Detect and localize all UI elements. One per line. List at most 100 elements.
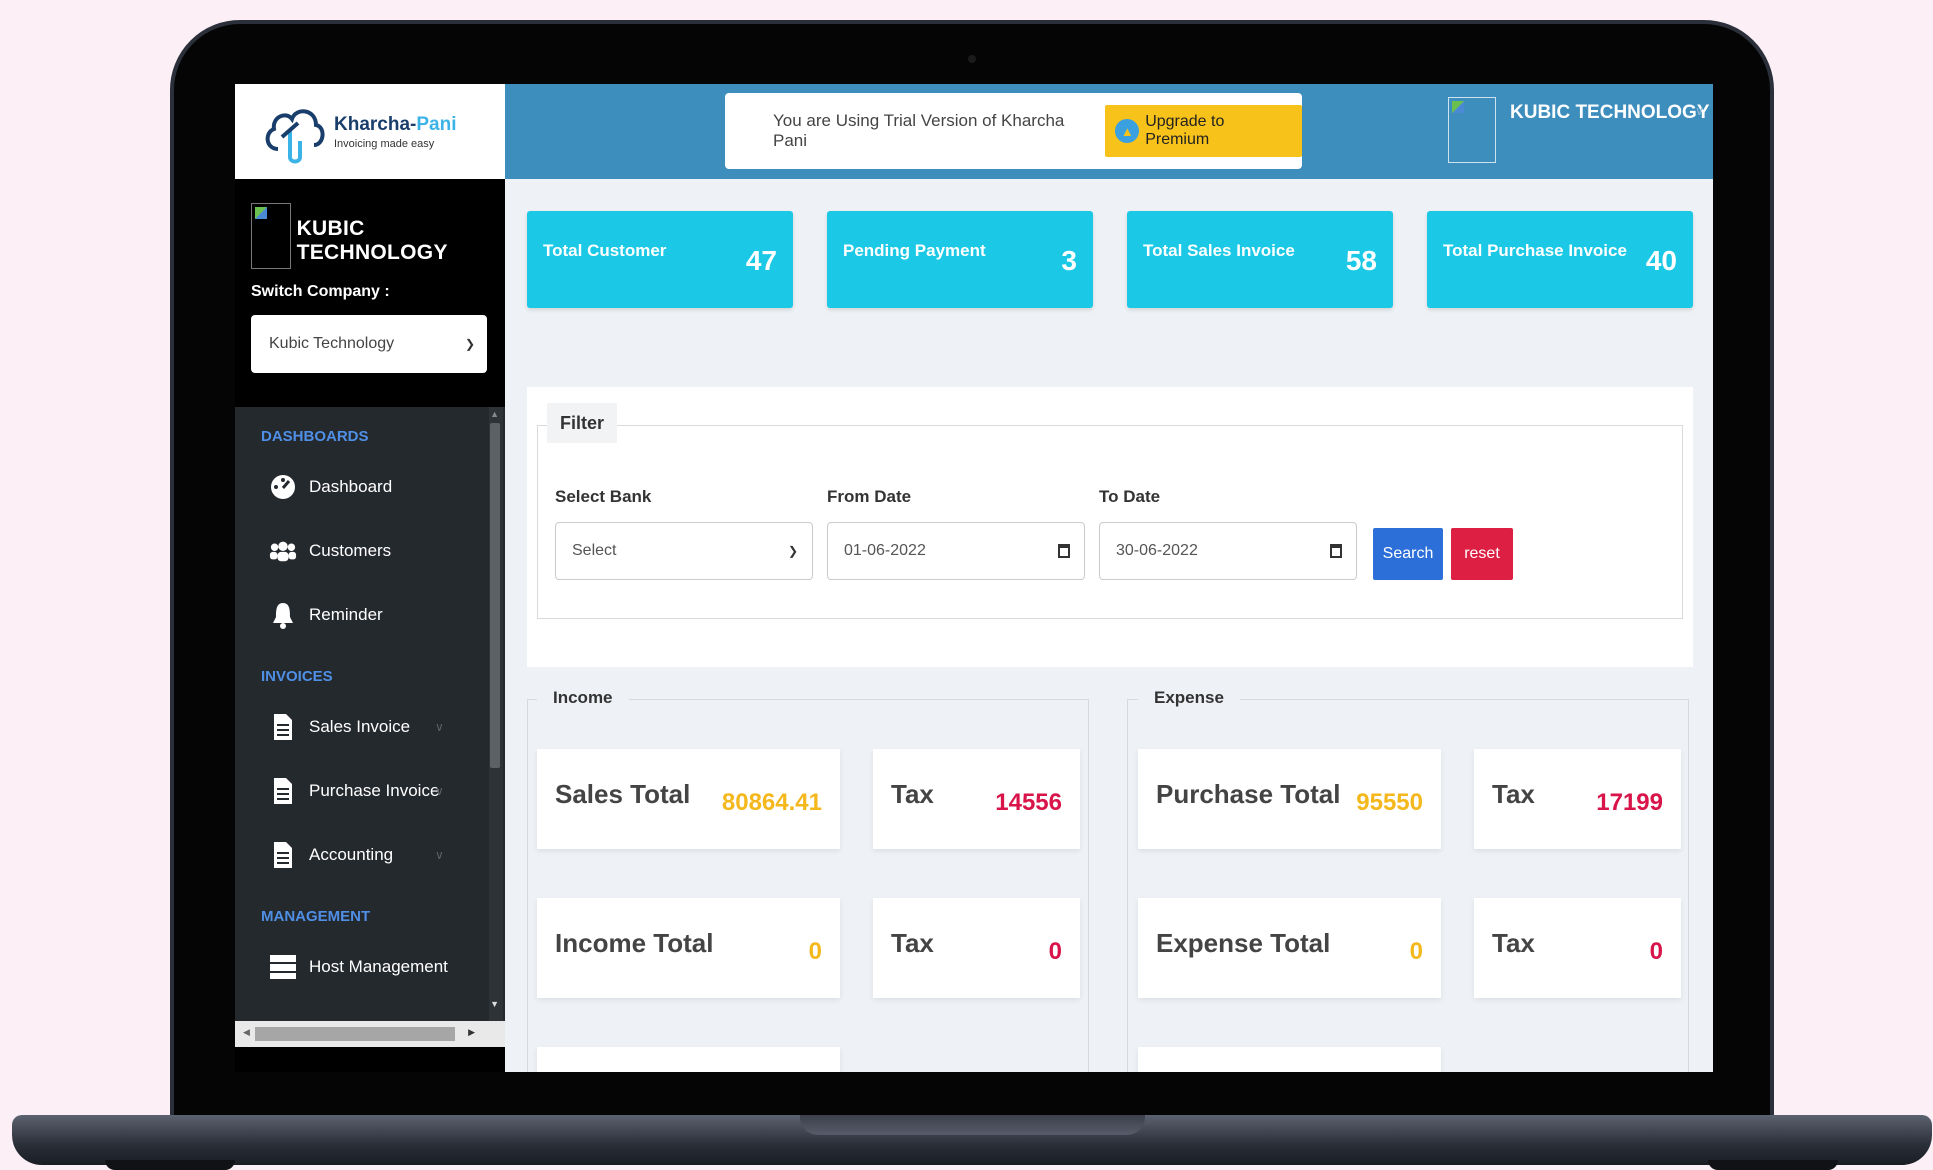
sidebar-item-label: Dashboard <box>309 477 393 496</box>
sales-tax-label: Tax <box>891 779 934 809</box>
chevron-down-icon: ∨ <box>435 720 444 734</box>
purchase-tax-value: 17199 <box>1596 789 1663 816</box>
reset-button[interactable]: reset <box>1451 528 1513 580</box>
expense-total-card: Expense Total 0 <box>1138 898 1441 998</box>
sidebar-item-accounting[interactable]: Accounting ∨ <box>235 823 505 887</box>
cloud-logo-icon <box>265 108 325 163</box>
income-legend: Income <box>537 677 629 719</box>
income-tax-card: Tax 0 <box>873 898 1080 998</box>
to-date-input[interactable]: 30-06-2022 <box>1099 522 1357 580</box>
switch-company-label: Switch Company : <box>251 283 390 300</box>
scroll-down-icon[interactable]: ▼ <box>490 999 499 1009</box>
trial-text: You are Using Trial Version of Kharcha P… <box>773 111 1065 150</box>
scroll-right-icon[interactable]: ▶ <box>468 1027 475 1038</box>
purchase-total-label: Purchase Total <box>1156 779 1341 809</box>
premium-icon: ▲ <box>1115 119 1140 143</box>
topbar: You are Using Trial Version of Kharcha P… <box>505 84 1713 179</box>
server-icon <box>269 953 297 981</box>
company-avatar <box>251 203 291 269</box>
stat-total-customer: Total Customer 47 <box>527 211 793 308</box>
horizontal-scroll-thumb[interactable] <box>255 1027 455 1041</box>
section-management: MANAGEMENT <box>261 908 371 925</box>
scroll-up-icon[interactable]: ▲ <box>490 409 499 419</box>
stat-total-purchase-invoice: Total Purchase Invoice 40 <box>1427 211 1693 308</box>
stat-pending-payment: Pending Payment 3 <box>827 211 1093 308</box>
logo[interactable]: Kharcha-Pani Invoicing made easy <box>235 84 505 179</box>
app-screen: Kharcha-Pani Invoicing made easy KUBIC T… <box>235 84 1713 1072</box>
sidebar-scroll-thumb[interactable] <box>490 423 500 768</box>
company-name: KUBIC TECHNOLOGY <box>296 217 448 264</box>
chevron-down-icon[interactable]: ∨ <box>1695 104 1704 118</box>
stat-value: 58 <box>1345 245 1377 276</box>
income-total-label: Income Total <box>555 928 714 958</box>
expense-card-partial <box>1138 1047 1441 1072</box>
stat-value: 47 <box>745 245 777 276</box>
sales-total-card: Sales Total 80864.41 <box>537 749 840 849</box>
sidebar-item-sales-invoice[interactable]: Sales Invoice ∨ <box>235 695 505 759</box>
stat-label: Pending Payment <box>843 241 986 260</box>
income-total-card: Income Total 0 <box>537 898 840 998</box>
laptop-foot <box>1708 1160 1838 1170</box>
sidebar-item-purchase-invoice[interactable]: Purchase Invoice ∨ <box>235 759 505 823</box>
sidebar-item-label: Accounting <box>309 845 394 864</box>
user-menu-name[interactable]: KUBIC TECHNOLOGY <box>1510 102 1710 124</box>
select-bank-dropdown[interactable]: Select ❯ <box>555 522 813 580</box>
from-date-input[interactable]: 01-06-2022 <box>827 522 1085 580</box>
trial-banner: You are Using Trial Version of Kharcha P… <box>725 93 1302 169</box>
expense-tax-value: 0 <box>1649 938 1663 965</box>
from-date-value: 01-06-2022 <box>844 542 926 559</box>
purchase-total-value: 95550 <box>1356 789 1423 816</box>
chevron-down-icon: ∨ <box>435 848 444 862</box>
section-invoices: INVOICES <box>261 668 333 685</box>
stat-label: Total Purchase Invoice <box>1443 241 1627 260</box>
sales-total-label: Sales Total <box>555 779 691 809</box>
horizontal-scrollbar[interactable]: ◀ ▶ <box>235 1021 505 1047</box>
bell-icon <box>269 601 297 629</box>
gauge-icon <box>269 473 297 501</box>
file-invoice-icon <box>269 777 297 805</box>
expense-tax-label: Tax <box>1492 928 1535 958</box>
purchase-total-card: Purchase Total 95550 <box>1138 749 1441 849</box>
brand-tagline: Invoicing made easy <box>334 137 435 150</box>
expense-total-value: 0 <box>1409 938 1423 965</box>
income-card-partial <box>537 1047 840 1072</box>
sidebar-item-label: Customers <box>309 541 392 560</box>
from-date-label: From Date <box>827 487 912 506</box>
sales-total-value: 80864.41 <box>721 789 822 816</box>
expense-tax-card: Tax 0 <box>1474 898 1681 998</box>
calendar-icon[interactable] <box>1058 544 1070 558</box>
expense-legend: Expense <box>1138 677 1240 719</box>
select-bank-label: Select Bank <box>555 487 652 506</box>
brand-name: Kharcha- <box>334 113 417 135</box>
expense-total-label: Expense Total <box>1156 928 1331 958</box>
select-bank-value: Select <box>572 542 617 559</box>
to-date-label: To Date <box>1099 487 1161 506</box>
sidebar-item-host-management[interactable]: Host Management <box>235 935 505 999</box>
camera-dot <box>968 55 976 63</box>
company-select[interactable]: Kubic Technology ❯ <box>251 315 487 373</box>
scroll-left-icon[interactable]: ◀ <box>243 1027 250 1038</box>
user-avatar[interactable] <box>1448 97 1496 163</box>
stat-label: Total Sales Invoice <box>1143 241 1295 260</box>
income-tax-value: 0 <box>1048 938 1062 965</box>
sidebar-item-customers[interactable]: Customers <box>235 519 505 583</box>
users-icon <box>269 537 297 565</box>
file-invoice-icon <box>269 713 297 741</box>
to-date-value: 30-06-2022 <box>1116 542 1198 559</box>
income-total-value: 0 <box>808 938 822 965</box>
stat-total-sales-invoice: Total Sales Invoice 58 <box>1127 211 1393 308</box>
purchase-tax-card: Tax 17199 <box>1474 749 1681 849</box>
upgrade-button[interactable]: ▲ Upgrade to Premium <box>1105 105 1302 157</box>
brand-name-accent: Pani <box>416 113 457 135</box>
calendar-icon[interactable] <box>1330 544 1342 558</box>
stat-label: Total Customer <box>543 241 667 260</box>
filter-panel: Filter Select Bank Select ❯ From Date 01… <box>527 387 1693 667</box>
search-button[interactable]: Search <box>1373 528 1443 580</box>
laptop-notch <box>800 1115 1145 1135</box>
sidebar-item-label: Purchase Invoice <box>309 781 440 800</box>
sidebar-item-dashboard[interactable]: Dashboard <box>235 455 505 519</box>
stat-value: 40 <box>1645 245 1677 276</box>
filter-legend: Filter <box>547 403 617 443</box>
sidebar: Kharcha-Pani Invoicing made easy KUBIC T… <box>235 84 505 1072</box>
sidebar-item-reminder[interactable]: Reminder <box>235 583 505 647</box>
